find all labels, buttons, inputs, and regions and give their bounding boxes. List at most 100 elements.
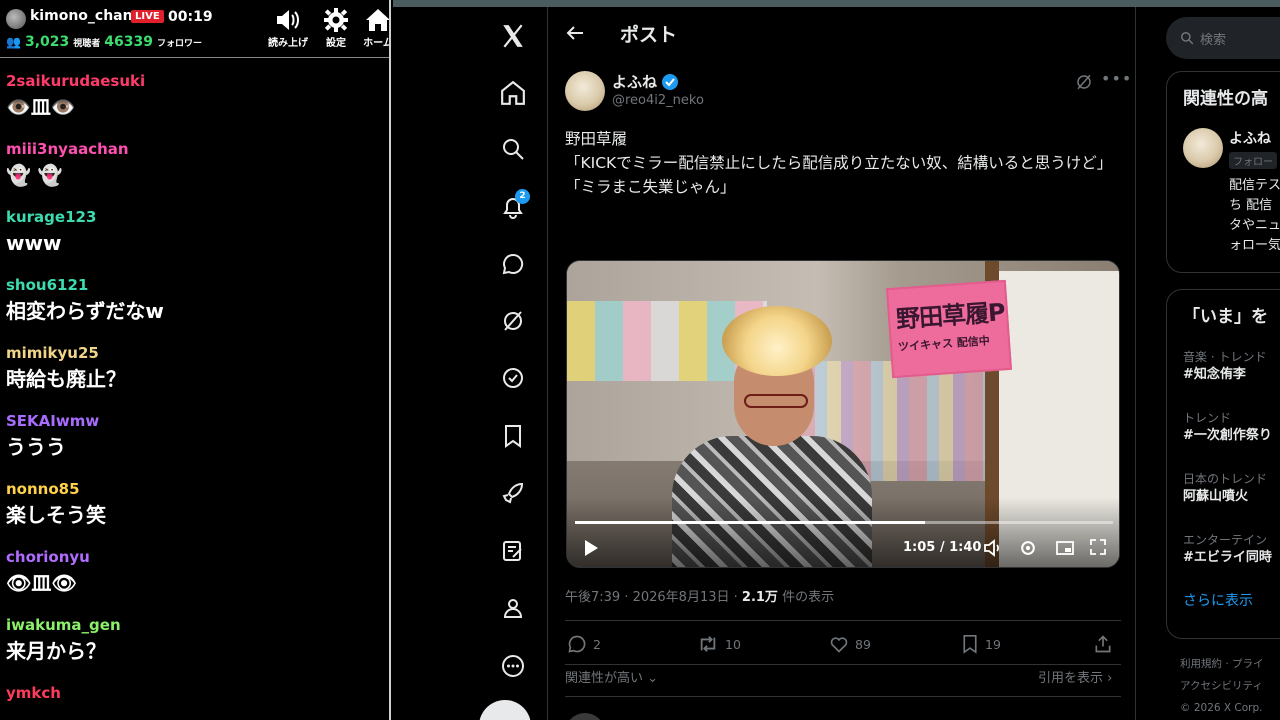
view-quotes-label: 引用を表示 [1038, 671, 1104, 686]
chat-username[interactable]: mimikyu25 [6, 342, 383, 364]
view-quotes-link[interactable]: 引用を表示 › [1038, 667, 1112, 686]
home-button[interactable]: ホーム [356, 6, 389, 49]
author-display-name: よふね [612, 73, 658, 91]
trend-item[interactable]: 日本のトレンド 阿蘇山噴火 [1183, 470, 1267, 506]
relevant-user-bio: 配信テス ち 配信 タやニュ ォロー気 [1229, 178, 1280, 253]
like-button[interactable]: 89 [829, 634, 871, 654]
trends-card: 「いま」を 音楽 · トレンド #知念侑李 トレンド #一次創作祭り 日本のトレ… [1166, 289, 1280, 639]
messages-icon[interactable] [490, 241, 536, 287]
profile-icon[interactable] [490, 585, 536, 631]
chat-message: mimikyu25 時給も廃止？ [6, 342, 383, 410]
read-aloud-button[interactable]: 読み上げ [266, 6, 310, 49]
grok-icon[interactable] [1075, 73, 1093, 95]
bookmark-button[interactable]: 19 [961, 634, 1001, 654]
reply-button[interactable]: 2 [567, 634, 601, 654]
follows-you-badge: フォロー [1229, 152, 1277, 169]
heart-icon [830, 637, 848, 653]
post-timestamp[interactable]: 午後7:39 · 2026年8月13日 · [565, 590, 738, 605]
fullscreen-icon[interactable] [1089, 538, 1107, 560]
play-icon[interactable] [583, 539, 599, 561]
chat-text: 👁️皿👁️ [6, 95, 76, 119]
rocket-icon[interactable] [490, 470, 536, 516]
window-top-bar [393, 0, 1280, 7]
page-title: ポスト [620, 24, 678, 46]
bookmark-icon[interactable] [490, 413, 536, 459]
pip-icon[interactable] [1055, 538, 1075, 562]
search-input[interactable]: 検索 [1166, 17, 1280, 59]
chat-username[interactable]: chorionyu [6, 546, 383, 568]
search-placeholder: 検索 [1200, 32, 1227, 48]
post-more-icon[interactable]: ••• [1101, 69, 1132, 88]
author-handle[interactable]: @reo4i2_neko [612, 93, 704, 108]
chat-message: nonno85 楽しそう笑 [6, 478, 383, 546]
post-video[interactable]: 野田草履P ツイキャス 配信中 1:05 / 1:40 [566, 260, 1120, 568]
video-controls: 1:05 / 1:40 [567, 533, 1119, 563]
grok-icon[interactable] [490, 298, 536, 344]
divider [565, 696, 1121, 697]
home-icon [356, 6, 389, 34]
chat-text: 楽しそう笑 [6, 503, 106, 527]
repost-button[interactable]: 10 [697, 634, 741, 654]
trend-item[interactable]: 音楽 · トレンド #知念侑李 [1183, 348, 1266, 384]
settings-button[interactable]: 設定 [314, 6, 358, 49]
share-icon[interactable] [1093, 634, 1113, 654]
chat-text: www [6, 231, 62, 255]
author-avatar[interactable] [565, 71, 605, 111]
divider [565, 620, 1121, 621]
post-text: 野田草履 「KICKでミラー配信禁止にしたら配信成り立たない奴、結構いると思うけ… [565, 127, 1121, 199]
stream-chat-panel: kimono_chan LIVE 00:19 👥 3,023 視聴者 46339… [0, 0, 391, 720]
relevant-user-name[interactable]: よふね [1229, 128, 1271, 148]
read-aloud-label: 読み上げ [268, 38, 308, 49]
footer-links[interactable]: 利用規約 · プライ [1180, 653, 1264, 675]
trend-name: #一次創作祭り [1183, 428, 1272, 443]
video-time: 1:05 / 1:40 [903, 540, 982, 555]
video-sign-title: 野田草履P [895, 298, 1006, 334]
show-more-link[interactable]: さらに表示 [1183, 590, 1253, 610]
x-logo-icon[interactable] [490, 13, 536, 59]
chat-username[interactable]: SEKAIwmw [6, 410, 383, 432]
video-progress-fill [575, 521, 925, 524]
chat-message: SEKAIwmw ううう [6, 410, 383, 478]
gear-icon[interactable] [1018, 538, 1038, 562]
chat-username[interactable]: shou6121 [6, 274, 383, 296]
relevant-user-avatar[interactable] [1183, 128, 1223, 168]
more-icon[interactable] [490, 643, 536, 689]
chat-username[interactable]: kurage123 [6, 206, 383, 228]
elapsed-time: 00:19 [168, 9, 213, 25]
chat-username[interactable]: nonno85 [6, 478, 383, 500]
chat-username[interactable]: iwakuma_gen [6, 614, 383, 636]
gear-icon [314, 6, 358, 34]
bookmark-count: 19 [985, 636, 1001, 652]
relevant-people-card: 関連性の高 よふね フォロー 配信テス ち 配信 タやニュ ォロー気 [1166, 71, 1280, 273]
notifications-button[interactable]: 2 [490, 184, 536, 230]
post-detail-column: ポスト よふね @reo4i2_neko ••• 野田草履 「KICKでミラー配… [547, 7, 1136, 720]
chat-username[interactable]: ymkch [6, 682, 383, 704]
notification-badge: 2 [515, 189, 530, 204]
chat-message: iwakuma_gen 来月から？ [6, 614, 383, 682]
relevant-people-title: 関連性の高 [1183, 89, 1268, 109]
footer-accessibility[interactable]: アクセシビリティ [1180, 675, 1264, 697]
home-icon[interactable] [490, 70, 536, 116]
viewer-label: 視聴者 [73, 39, 101, 49]
trend-item[interactable]: エンターテイン #エビライ同時 [1183, 531, 1272, 567]
search-icon[interactable] [490, 126, 536, 172]
reply-sort-dropdown[interactable]: 関連性が高い ⌄ [565, 667, 658, 686]
like-count: 89 [855, 636, 871, 652]
chat-username[interactable]: 2saikurudaesuki [6, 70, 383, 92]
stream-header: kimono_chan LIVE 00:19 👥 3,023 視聴者 46339… [0, 0, 389, 58]
follower-label: フォロワー [156, 39, 202, 49]
video-progress-bar[interactable] [575, 521, 1113, 524]
trend-category: トレンド [1183, 411, 1232, 425]
post-line: 「KICKでミラー配信禁止にしたら配信成り立たない奴、結構いると思うけど」 [565, 154, 1113, 172]
reply-avatar[interactable] [565, 713, 605, 720]
trend-item[interactable]: トレンド #一次創作祭り [1183, 409, 1272, 445]
chevron-right-icon: › [1107, 671, 1113, 686]
verified-icon[interactable] [490, 355, 536, 401]
volume-icon[interactable] [983, 538, 1003, 562]
chat-username[interactable]: miii3nyaachan [6, 138, 383, 160]
back-arrow-icon[interactable] [565, 23, 585, 47]
chat-text: 👁皿👁 [6, 571, 77, 595]
author-name-row[interactable]: よふね [612, 71, 679, 92]
video-sign: 野田草履P ツイキャス 配信中 [886, 279, 1012, 379]
compose-icon[interactable] [490, 528, 536, 574]
